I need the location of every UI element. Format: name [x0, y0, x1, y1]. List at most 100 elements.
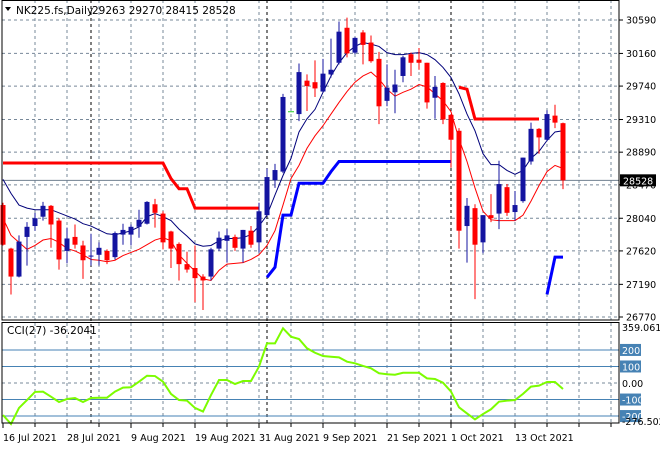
cci-level-label: -100 [622, 396, 644, 407]
candle [520, 157, 526, 203]
candle-body [48, 205, 54, 225]
candle-body [232, 236, 238, 248]
cci-min-label: -276.502 [622, 417, 660, 428]
cci-max-label: 359.0614 [622, 323, 660, 334]
candle-body [488, 215, 494, 219]
candle-body [328, 69, 334, 75]
candle-body [528, 128, 534, 162]
candle-body [456, 130, 462, 231]
candle-body [400, 57, 406, 76]
date-label: 16 Jul 2021 [3, 433, 57, 444]
candle-body [408, 54, 414, 63]
candle-body [312, 82, 318, 89]
candle [528, 122, 534, 165]
chart-header: NK225.fs,Daily 29263 29270 28415 28528 [5, 5, 236, 17]
candle-body [216, 237, 222, 249]
candle-body [120, 229, 126, 235]
price-chart[interactable]: NK225.fs,Daily 29263 29270 28415 28528 C… [0, 0, 660, 450]
candle [208, 247, 214, 281]
candle-body [0, 205, 6, 245]
cci-label: CCI(27) -36.2041 [7, 325, 97, 337]
candle-body [256, 211, 262, 243]
candle-body [112, 233, 118, 258]
candle-body [392, 84, 398, 93]
candle-body [552, 115, 558, 123]
candle-body [24, 226, 30, 237]
candle-body [320, 73, 326, 92]
price-tick-label: 28890 [626, 148, 656, 159]
date-label: 13 Oct 2021 [515, 433, 574, 444]
date-label: 31 Aug 2021 [259, 433, 320, 444]
candle-body [240, 229, 246, 249]
candle [560, 122, 566, 190]
candle-body [200, 276, 206, 281]
candle-body [16, 241, 22, 277]
candle-body [336, 31, 342, 63]
candle-body [88, 255, 94, 257]
candle-body [272, 170, 278, 181]
candle-body [64, 238, 70, 251]
candle [280, 93, 286, 174]
candle [144, 201, 150, 225]
candle-body [464, 205, 470, 227]
candle [16, 235, 22, 278]
candle-body [424, 62, 430, 103]
candle-body [184, 264, 190, 270]
date-label: 19 Aug 2021 [195, 433, 256, 444]
candle-body [208, 249, 214, 277]
date-label: 21 Sep 2021 [387, 433, 447, 444]
candle [424, 62, 430, 109]
candle-body [448, 114, 454, 140]
candle-body [224, 235, 230, 241]
candle-body [352, 37, 358, 53]
price-tick-label: 30590 [626, 16, 656, 27]
candle-body [416, 59, 422, 63]
candle [112, 231, 118, 260]
candle-body [128, 226, 134, 235]
date-label: 1 Oct 2021 [451, 433, 504, 444]
candle-body [248, 230, 254, 245]
candle [352, 37, 358, 55]
price-tick-label: 27190 [626, 280, 656, 291]
candle-body [176, 243, 182, 265]
candle-body [544, 114, 550, 140]
candle-body [192, 268, 198, 279]
candle-body [536, 128, 542, 138]
candle-body [136, 219, 142, 227]
cci-level-label: 100 [622, 362, 640, 373]
candle-body [72, 236, 78, 245]
candle-body [280, 96, 286, 172]
candle [504, 184, 510, 216]
candle [0, 202, 6, 246]
date-label: 9 Aug 2021 [131, 433, 186, 444]
candle-body [56, 220, 62, 260]
candle [456, 128, 462, 249]
candle-body [376, 58, 382, 107]
candle-body [104, 250, 110, 261]
candle-body [512, 205, 518, 213]
candle-body [496, 184, 502, 214]
candle-body [168, 231, 174, 249]
candle-body [344, 27, 350, 54]
candle-body [520, 157, 526, 202]
candle [296, 63, 302, 122]
candle [440, 82, 446, 125]
cci-zero-label: 0.00 [622, 379, 643, 390]
candle-body [360, 32, 366, 45]
price-tick-label: 26770 [626, 313, 656, 324]
candle-body [144, 201, 150, 224]
candle [544, 110, 550, 142]
candle-body [384, 87, 390, 101]
candle-body [80, 245, 86, 261]
cci-level-label: 200 [622, 346, 640, 357]
candle-body [560, 123, 566, 181]
price-tick-label: 30160 [626, 49, 656, 60]
price-tick-label: 28040 [626, 214, 656, 225]
candle-body [40, 205, 46, 217]
candle-body [480, 215, 486, 243]
candle-body [304, 80, 310, 87]
price-tick-label: 29310 [626, 115, 656, 126]
candle-body [368, 42, 374, 62]
candle-body [432, 86, 438, 98]
current-price-label: 28528 [623, 176, 653, 187]
